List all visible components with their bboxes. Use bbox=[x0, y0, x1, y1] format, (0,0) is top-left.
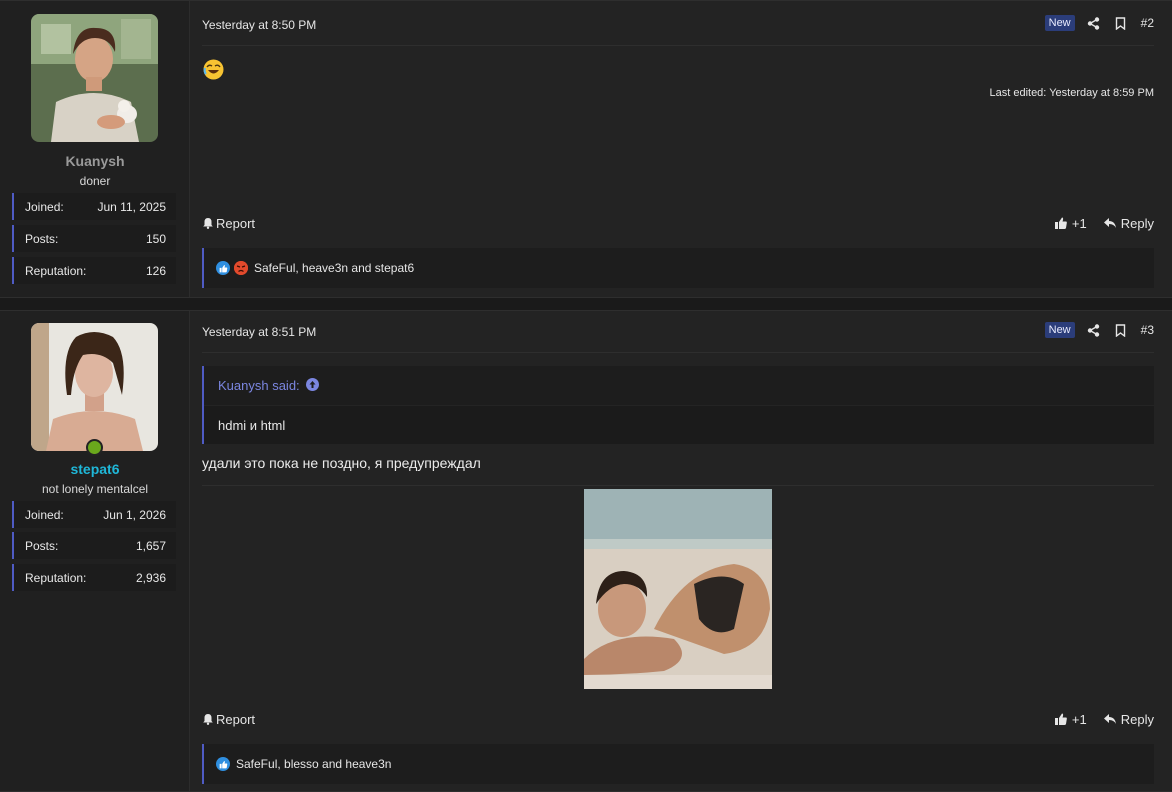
quote-header[interactable]: Kuanysh said: bbox=[204, 366, 1154, 406]
quote-block: Kuanysh said: hdmi и html bbox=[202, 366, 1154, 444]
bell-icon bbox=[203, 714, 213, 725]
bookmark-icon[interactable] bbox=[1114, 16, 1128, 30]
thumbs-up-icon bbox=[1054, 217, 1067, 229]
post-actions: Report +1 Reply bbox=[202, 213, 1154, 233]
laughing-emoji-icon bbox=[203, 59, 224, 83]
stat-posts: Posts: 1,657 bbox=[12, 532, 176, 559]
post-actions: Report +1 Reply bbox=[202, 709, 1154, 729]
angry-reaction-icon bbox=[234, 261, 248, 275]
reply-label: Reply bbox=[1120, 215, 1154, 231]
stat-label: Reputation: bbox=[25, 570, 87, 585]
username[interactable]: stepat6 bbox=[0, 461, 190, 477]
like-button[interactable]: +1 bbox=[1054, 216, 1087, 231]
like-label: +1 bbox=[1071, 215, 1087, 231]
stat-value: Jun 1, 2026 bbox=[103, 507, 166, 522]
report-label: Report bbox=[216, 215, 256, 231]
stat-label: Posts: bbox=[25, 538, 59, 553]
reactions-users[interactable]: SafeFul, blesso and heave3n bbox=[236, 757, 391, 771]
reply-button[interactable]: Reply bbox=[1103, 712, 1154, 727]
stat-label: Joined: bbox=[25, 199, 64, 214]
bell-icon bbox=[203, 218, 213, 229]
stat-label: Posts: bbox=[25, 231, 59, 246]
stat-value: 150 bbox=[145, 231, 166, 246]
post-date[interactable]: Yesterday at 8:50 PM bbox=[202, 18, 316, 32]
stat-value: Jun 11, 2025 bbox=[97, 199, 166, 214]
username[interactable]: Kuanysh bbox=[0, 153, 190, 169]
reactions-users[interactable]: SafeFul, heave3n and stepat6 bbox=[254, 261, 414, 275]
user-title: not lonely mentalcel bbox=[41, 482, 149, 496]
last-edited-note: Last edited: Yesterday at 8:59 PM bbox=[989, 87, 1154, 99]
post-number[interactable]: #2 bbox=[1141, 16, 1154, 30]
stat-reputation: Reputation: 126 bbox=[12, 257, 176, 284]
like-button[interactable]: +1 bbox=[1054, 712, 1087, 727]
user-info-panel: Kuanysh doner Joined: Jun 11, 2025 Posts… bbox=[0, 1, 190, 297]
reactions-bar[interactable]: SafeFul, heave3n and stepat6 bbox=[202, 248, 1154, 288]
stat-joined: Joined: Jun 11, 2025 bbox=[12, 193, 176, 220]
post-date[interactable]: Yesterday at 8:51 PM bbox=[202, 325, 316, 339]
reply-icon bbox=[1103, 218, 1116, 228]
stat-joined: Joined: Jun 1, 2026 bbox=[12, 501, 176, 528]
quote-text: hdmi и html bbox=[204, 406, 1154, 444]
stat-reputation: Reputation: 2,936 bbox=[12, 564, 176, 591]
reply-label: Reply bbox=[1120, 711, 1154, 727]
new-badge: New bbox=[1044, 15, 1075, 31]
stat-value: 2,936 bbox=[135, 570, 166, 585]
reply-button[interactable]: Reply bbox=[1103, 216, 1154, 231]
post-2: Kuanysh doner Joined: Jun 11, 2025 Posts… bbox=[0, 0, 1172, 298]
like-reaction-icon bbox=[216, 261, 230, 275]
jump-to-quote-icon[interactable] bbox=[305, 377, 319, 394]
user-info-panel: stepat6 not lonely mentalcel Joined: Jun… bbox=[0, 311, 190, 791]
bookmark-icon[interactable] bbox=[1114, 323, 1128, 337]
post-content: Yesterday at 8:51 PM New #3 Kuanysh said… bbox=[191, 311, 1172, 791]
stat-value: 1,657 bbox=[135, 538, 166, 553]
post-number[interactable]: #3 bbox=[1141, 323, 1154, 337]
report-link[interactable]: Report bbox=[202, 216, 255, 231]
user-title: doner bbox=[79, 174, 111, 188]
post-header: Yesterday at 8:50 PM New #2 bbox=[202, 1, 1154, 46]
post-header: Yesterday at 8:51 PM New #3 bbox=[202, 311, 1154, 353]
online-status-indicator bbox=[86, 439, 103, 456]
report-link[interactable]: Report bbox=[202, 712, 255, 727]
stat-label: Joined: bbox=[25, 507, 64, 522]
quote-author[interactable]: Kuanysh said: bbox=[218, 378, 300, 393]
stat-posts: Posts: 150 bbox=[12, 225, 176, 252]
share-icon[interactable] bbox=[1087, 323, 1101, 337]
post-3: stepat6 not lonely mentalcel Joined: Jun… bbox=[0, 310, 1172, 792]
share-icon[interactable] bbox=[1087, 16, 1101, 30]
message-divider bbox=[202, 485, 1154, 486]
thumbs-up-icon bbox=[1054, 713, 1067, 725]
like-label: +1 bbox=[1071, 711, 1087, 727]
new-badge: New bbox=[1044, 322, 1075, 338]
stat-value: 126 bbox=[145, 263, 166, 278]
stat-label: Reputation: bbox=[25, 263, 87, 278]
attached-image[interactable] bbox=[584, 489, 772, 689]
like-reaction-icon bbox=[216, 757, 230, 771]
post-content: Yesterday at 8:50 PM New #2 Last edited:… bbox=[191, 1, 1172, 297]
post-message: удали это пока не поздно, я предупреждал bbox=[202, 455, 481, 471]
report-label: Report bbox=[216, 711, 256, 727]
reactions-bar[interactable]: SafeFul, blesso and heave3n bbox=[202, 744, 1154, 784]
avatar[interactable] bbox=[31, 14, 158, 142]
reply-icon bbox=[1103, 714, 1116, 724]
avatar[interactable] bbox=[31, 323, 158, 451]
